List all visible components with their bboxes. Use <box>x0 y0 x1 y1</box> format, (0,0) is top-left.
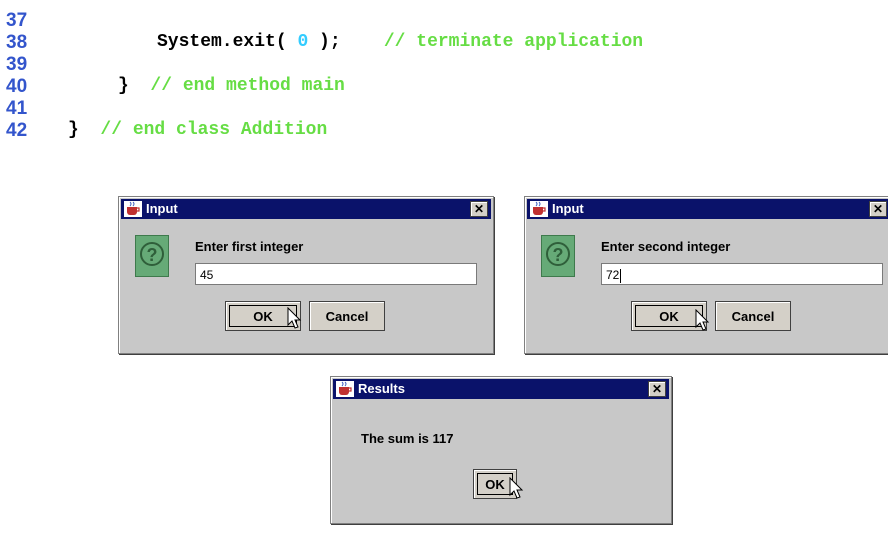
input-value: 72 <box>606 268 620 282</box>
close-button[interactable]: ✕ <box>470 201 488 217</box>
code-text: } // end method main <box>118 76 345 96</box>
code-text: } // end class Addition <box>68 120 327 140</box>
mouse-pointer-icon <box>509 477 524 499</box>
code-token: System.exit( <box>157 32 298 52</box>
cancel-button[interactable]: Cancel <box>715 301 791 331</box>
dialog-title: Results <box>358 381 405 396</box>
prompt-label: Enter second integer <box>601 239 731 254</box>
text-caret <box>620 268 622 283</box>
java-cup-icon <box>124 201 142 217</box>
close-button[interactable]: ✕ <box>648 381 666 397</box>
code-literal: 0 <box>297 32 309 52</box>
question-mark-icon: ? <box>140 242 164 266</box>
dialog-title: Input <box>552 201 584 216</box>
code-comment: // terminate application <box>340 32 644 52</box>
line-number: 37 <box>6 10 28 31</box>
svg-text:?: ? <box>147 245 158 265</box>
input-dialog-first: Input ✕ ? Enter first integer 45 OK Canc… <box>118 196 494 354</box>
code-token: } <box>68 120 79 140</box>
line-number: 39 <box>6 54 28 75</box>
mouse-pointer-icon <box>287 307 302 329</box>
code-comment: // end class Addition <box>78 120 328 140</box>
integer-input-field[interactable]: 45 <box>195 263 477 285</box>
title-bar: Results ✕ <box>333 379 669 399</box>
line-number: 42 <box>6 120 28 141</box>
close-button[interactable]: ✕ <box>869 201 887 217</box>
code-token: ); <box>308 32 341 52</box>
code-text: System.exit( 0 ); // terminate applicati… <box>157 32 643 52</box>
question-icon: ? <box>541 235 575 277</box>
cancel-button[interactable]: Cancel <box>309 301 385 331</box>
result-message: The sum is 117 <box>361 431 454 446</box>
input-dialog-second: Input ✕ ? Enter second integer 72 OK Can… <box>524 196 888 354</box>
integer-input-field[interactable]: 72 <box>601 263 883 285</box>
dialog-title: Input <box>146 201 178 216</box>
input-value: 45 <box>200 268 214 282</box>
prompt-label: Enter first integer <box>195 239 304 254</box>
title-bar: Input ✕ <box>121 199 491 219</box>
java-cup-icon <box>336 381 354 397</box>
code-comment: // end method main <box>128 76 345 96</box>
line-number: 41 <box>6 98 28 119</box>
java-cup-icon <box>530 201 548 217</box>
results-dialog: Results ✕ The sum is 117 OK <box>330 376 672 524</box>
title-bar: Input ✕ <box>527 199 888 219</box>
question-mark-icon: ? <box>546 242 570 266</box>
line-number: 38 <box>6 32 28 53</box>
code-token: } <box>118 76 129 96</box>
line-number: 40 <box>6 76 28 97</box>
question-icon: ? <box>135 235 169 277</box>
svg-text:?: ? <box>553 245 564 265</box>
mouse-pointer-icon <box>695 309 710 331</box>
